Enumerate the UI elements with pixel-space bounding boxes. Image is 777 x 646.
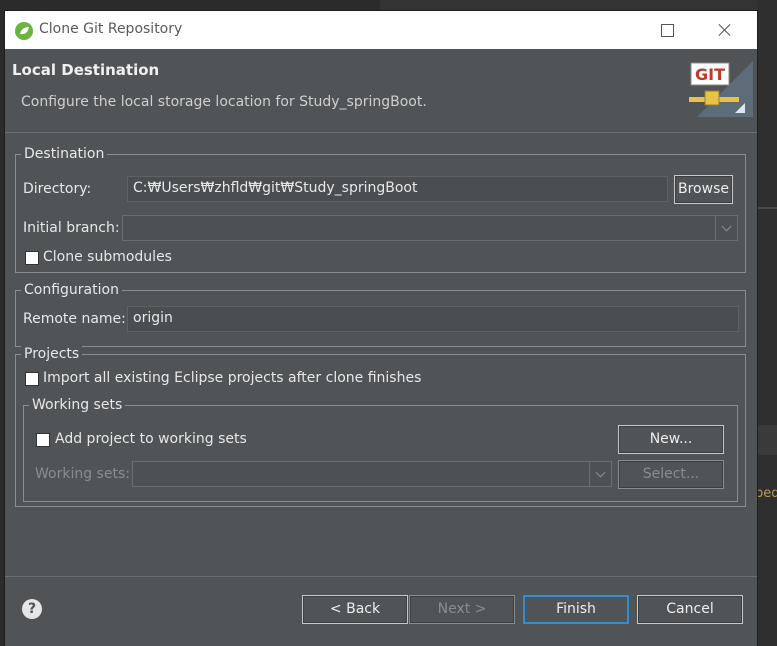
remote-name-label: Remote name: bbox=[23, 311, 126, 327]
clone-submodules-label: Clone submodules bbox=[43, 249, 172, 265]
next-button[interactable]: Next > bbox=[409, 595, 515, 624]
footer-separator bbox=[5, 576, 757, 577]
chevron-down-icon bbox=[715, 216, 737, 240]
add-to-working-sets-checkbox[interactable] bbox=[36, 433, 50, 447]
window-title: Clone Git Repository bbox=[39, 21, 183, 37]
wizard-header: Local Destination Configure the local st… bbox=[5, 49, 757, 133]
clone-submodules-checkbox[interactable] bbox=[25, 251, 39, 265]
directory-input[interactable]: C:₩Users₩zhfld₩git₩Study_springBoot bbox=[127, 176, 668, 202]
close-button[interactable] bbox=[701, 11, 749, 49]
git-banner-label: GIT bbox=[695, 65, 725, 84]
configuration-group: Configuration Remote name: origin bbox=[15, 281, 746, 347]
cancel-button[interactable]: Cancel bbox=[637, 595, 743, 624]
destination-group-label: Destination bbox=[21, 145, 108, 163]
finish-button[interactable]: Finish bbox=[523, 595, 629, 624]
new-working-set-button[interactable]: New... bbox=[618, 425, 724, 454]
working-sets-group: Working sets Add project to working sets… bbox=[23, 396, 738, 502]
select-working-sets-button[interactable]: Select... bbox=[618, 460, 724, 489]
help-icon[interactable]: ? bbox=[22, 599, 42, 619]
configuration-group-label: Configuration bbox=[21, 281, 122, 299]
directory-label: Directory: bbox=[23, 181, 92, 197]
page-description: Configure the local storage location for… bbox=[21, 94, 427, 110]
background-ide-panel bbox=[380, 0, 777, 10]
add-to-working-sets-label: Add project to working sets bbox=[55, 431, 247, 447]
chevron-down-icon bbox=[589, 462, 611, 486]
initial-branch-label: Initial branch: bbox=[23, 220, 120, 236]
back-button[interactable]: < Back bbox=[302, 595, 408, 624]
maximize-button[interactable] bbox=[643, 11, 691, 49]
clone-git-repository-dialog: Clone Git Repository Local Destination C… bbox=[5, 11, 757, 646]
import-projects-label: Import all existing Eclipse projects aft… bbox=[43, 370, 422, 386]
working-sets-group-label: Working sets bbox=[29, 396, 126, 414]
background-ide-panel-right bbox=[757, 0, 777, 646]
destination-group: Destination Directory: C:₩Users₩zhfld₩gi… bbox=[15, 145, 746, 273]
spring-leaf-icon bbox=[15, 22, 33, 40]
working-sets-select[interactable] bbox=[132, 461, 612, 487]
remote-name-input[interactable]: origin bbox=[127, 306, 739, 332]
browse-button[interactable]: Browse bbox=[674, 175, 733, 204]
git-banner-icon: GIT bbox=[689, 61, 753, 117]
title-bar: Clone Git Repository bbox=[5, 11, 757, 49]
background-text-fragment: ped bbox=[755, 486, 777, 501]
background-divider bbox=[757, 207, 777, 209]
import-projects-checkbox[interactable] bbox=[25, 372, 39, 386]
page-title: Local Destination bbox=[12, 61, 160, 79]
projects-group-label: Projects bbox=[21, 345, 83, 363]
projects-group: Projects Import all existing Eclipse pro… bbox=[15, 345, 746, 507]
background-divider bbox=[757, 425, 777, 455]
initial-branch-select[interactable] bbox=[122, 215, 738, 241]
working-sets-label: Working sets: bbox=[35, 466, 130, 482]
